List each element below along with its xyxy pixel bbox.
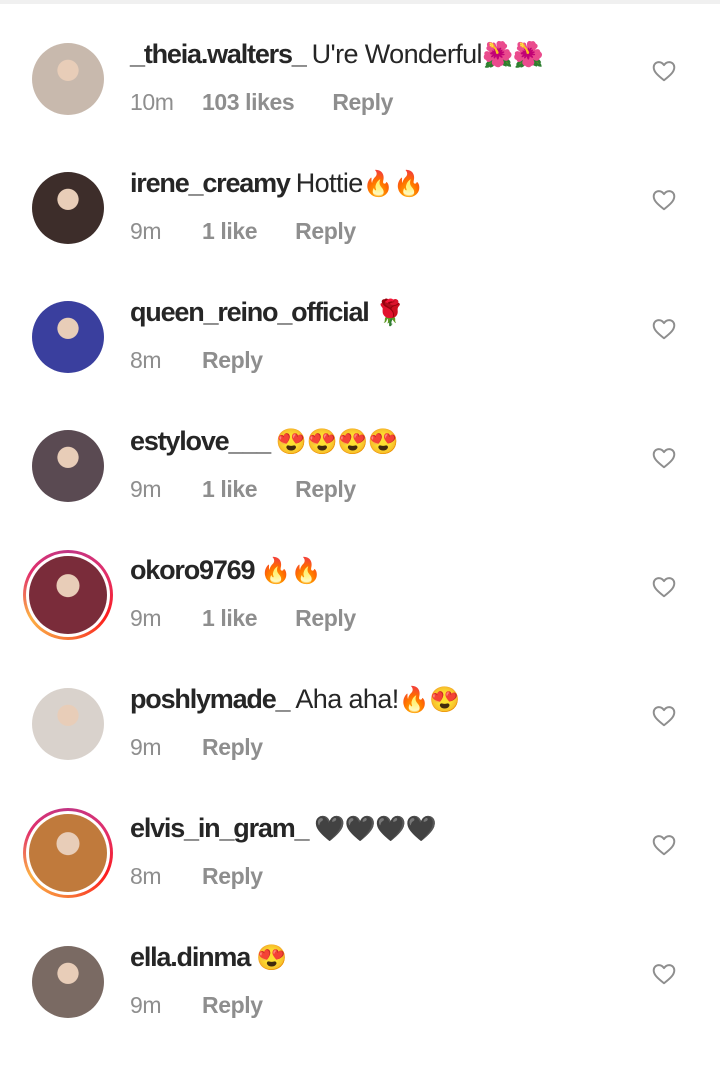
avatar-image xyxy=(32,946,104,1018)
avatar-image xyxy=(32,430,104,502)
avatar[interactable] xyxy=(32,946,104,1018)
reply-button[interactable]: Reply xyxy=(295,474,356,504)
comment-text: Aha aha! xyxy=(295,684,399,714)
comment-emoji: 😍 xyxy=(256,944,287,972)
comment-meta: 9m 1 like Reply xyxy=(130,603,630,633)
comment-line: okoro9769 🔥🔥 xyxy=(130,550,630,591)
comment-row: okoro9769 🔥🔥 9m 1 like Reply xyxy=(0,550,720,681)
comment-meta: 9m Reply xyxy=(130,732,630,762)
comment-text: Hottie xyxy=(295,168,364,198)
reply-button[interactable]: Reply xyxy=(332,87,393,117)
comment-time: 9m xyxy=(130,605,162,631)
heart-outline-icon[interactable] xyxy=(651,574,677,600)
comment-emoji: 🖤🖤🖤🖤 xyxy=(314,815,437,843)
username-link[interactable]: _theia.walters_ xyxy=(130,39,307,69)
comment-meta: 10m 103 likes Reply xyxy=(130,87,630,117)
reply-button[interactable]: Reply xyxy=(295,603,356,633)
top-divider xyxy=(0,0,720,4)
avatar[interactable] xyxy=(23,808,113,898)
comment-line: queen_reino_official 🌹 xyxy=(130,292,630,333)
comment-emoji: 🌹 xyxy=(374,299,406,327)
comment-time: 9m xyxy=(130,218,162,244)
comment-line: estylove___ 😍😍😍😍 xyxy=(130,421,630,462)
reply-button[interactable]: Reply xyxy=(295,216,356,246)
heart-outline-icon[interactable] xyxy=(651,832,677,858)
reply-button[interactable]: Reply xyxy=(202,345,263,375)
comment-emoji: 😍😍😍😍 xyxy=(275,428,399,456)
heart-outline-icon[interactable] xyxy=(651,187,677,213)
comment-meta: 9m 1 like Reply xyxy=(130,216,630,246)
username-link[interactable]: elvis_in_gram_ xyxy=(130,813,310,843)
likes-count[interactable]: 1 like xyxy=(202,474,258,504)
username-link[interactable]: estylove___ xyxy=(130,426,271,456)
comment-meta: 8m Reply xyxy=(130,345,630,375)
avatar-image xyxy=(32,301,104,373)
avatar[interactable] xyxy=(32,688,104,760)
username-link[interactable]: queen_reino_official xyxy=(130,297,370,327)
username-link[interactable]: poshlymade_ xyxy=(130,684,291,714)
avatar-image xyxy=(32,172,104,244)
story-ring xyxy=(23,808,113,898)
comment-time: 8m xyxy=(130,863,162,889)
avatar-image xyxy=(32,43,104,115)
heart-outline-icon[interactable] xyxy=(651,58,677,84)
comment-text: U're Wonderful xyxy=(311,39,483,69)
comment-time: 9m xyxy=(130,476,162,502)
comment-emoji: 🔥🔥 xyxy=(362,170,425,198)
avatar[interactable] xyxy=(32,172,104,244)
comment-line: poshlymade_ Aha aha!🔥😍 xyxy=(130,679,630,720)
comment-emoji: 🔥😍 xyxy=(398,686,461,714)
comment-row: ella.dinma 😍 9m Reply xyxy=(0,939,720,1068)
comment-emoji: 🌺🌺 xyxy=(481,41,544,69)
comment-emoji: 🔥🔥 xyxy=(260,557,322,585)
comment-time: 9m xyxy=(130,992,162,1018)
likes-count[interactable]: 1 like xyxy=(202,216,258,246)
comment-time: 9m xyxy=(130,734,162,760)
comment-time: 10m xyxy=(130,89,174,115)
heart-outline-icon[interactable] xyxy=(651,316,677,342)
comment-row: poshlymade_ Aha aha!🔥😍 9m Reply xyxy=(0,681,720,810)
comment-row: _theia.walters_ U're Wonderful🌺🌺 10m 103 li… xyxy=(0,36,720,165)
reply-button[interactable]: Reply xyxy=(202,861,263,891)
comment-line: _theia.walters_ U're Wonderful🌺🌺 xyxy=(130,34,630,75)
reply-button[interactable]: Reply xyxy=(202,990,263,1020)
comment-meta: 9m Reply xyxy=(130,990,630,1020)
comment-row: queen_reino_official 🌹 8m Reply xyxy=(0,294,720,423)
comment-line: elvis_in_gram_ 🖤🖤🖤🖤 xyxy=(130,808,630,849)
comment-time: 8m xyxy=(130,347,162,373)
avatar-image xyxy=(32,688,104,760)
heart-outline-icon[interactable] xyxy=(651,703,677,729)
avatar-image xyxy=(29,556,107,634)
avatar[interactable] xyxy=(32,43,104,115)
comment-line: ella.dinma 😍 xyxy=(130,937,630,978)
heart-outline-icon[interactable] xyxy=(651,445,677,471)
comment-meta: 9m 1 like Reply xyxy=(130,474,630,504)
avatar-image xyxy=(29,814,107,892)
username-link[interactable]: ella.dinma xyxy=(130,942,251,972)
comment-row: estylove___ 😍😍😍😍 9m 1 like Reply xyxy=(0,423,720,552)
avatar[interactable] xyxy=(32,301,104,373)
comment-meta: 8m Reply xyxy=(130,861,630,891)
heart-outline-icon[interactable] xyxy=(651,961,677,987)
avatar[interactable] xyxy=(32,430,104,502)
comment-row: irene_creamy Hottie🔥🔥 9m 1 like Reply xyxy=(0,165,720,294)
username-link[interactable]: irene_creamy xyxy=(130,168,291,198)
reply-button[interactable]: Reply xyxy=(202,732,263,762)
avatar[interactable] xyxy=(23,550,113,640)
likes-count[interactable]: 1 like xyxy=(202,603,258,633)
story-ring xyxy=(23,550,113,640)
comment-line: irene_creamy Hottie🔥🔥 xyxy=(130,163,630,204)
likes-count[interactable]: 103 likes xyxy=(202,87,295,117)
comment-row: elvis_in_gram_ 🖤🖤🖤🖤 8m Reply xyxy=(0,808,720,939)
username-link[interactable]: okoro9769 xyxy=(130,555,255,585)
